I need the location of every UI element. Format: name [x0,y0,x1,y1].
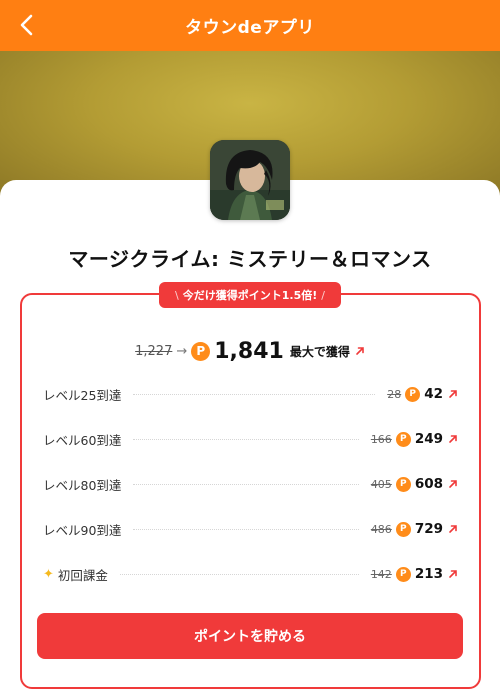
task-reward: 142 P 213 [371,566,458,582]
promo-slash-right: / [321,288,325,302]
task-old-points: 142 [370,567,392,581]
arrow-right-icon: → [176,343,188,359]
dotted-leader [133,483,359,485]
task-label: レベル60到達 [43,432,122,448]
task-label: レベル90到達 [43,522,122,538]
top-app-bar: タウンdeアプリ [0,0,500,51]
task-row[interactable]: ✦ 初回課金 142 P 213 [43,564,458,584]
task-row[interactable]: レベル25到達 28 P 42 [43,384,458,404]
task-row[interactable]: レベル60到達 166 P 249 [43,429,458,449]
task-new-points: 213 [414,566,443,582]
point-coin-icon: P [191,341,211,361]
external-arrow-icon [449,480,457,488]
external-arrow-icon [449,390,457,398]
save-points-button[interactable]: ポイントを貯める [37,613,463,659]
task-reward: 28 P 42 [387,386,458,402]
back-button[interactable] [10,8,44,42]
promo-badge-text: 今だけ獲得ポイント1.5倍! [182,289,318,302]
chevron-left-icon [20,14,33,36]
external-arrow-icon [449,525,457,533]
promo-badge: \ 今だけ獲得ポイント1.5倍! / [159,282,341,308]
dotted-leader [133,393,376,395]
point-coin-icon: P [395,521,411,537]
task-reward: 486 P 729 [371,521,458,537]
task-row[interactable]: レベル90到達 486 P 729 [43,519,458,539]
task-reward: 166 P 249 [371,431,458,447]
dotted-leader [133,528,359,530]
point-coin-icon: P [395,431,411,447]
app-icon [210,140,290,220]
point-coin-icon: P [405,386,421,402]
external-arrow-icon [449,570,457,578]
dotted-leader [133,438,359,440]
total-max-label: 最大で獲得 [289,344,350,359]
task-old-points: 405 [370,477,392,491]
task-label: レベル80到達 [43,477,122,493]
total-old-points: 1,227 [135,343,173,359]
task-reward: 405 P 608 [371,476,458,492]
external-arrow-icon [449,435,457,443]
task-new-points: 249 [414,431,443,447]
total-new-points: 1,841 [214,338,284,364]
task-label: レベル25到達 [43,387,122,403]
task-new-points: 729 [414,521,443,537]
task-new-points: 42 [424,386,443,402]
total-points-row: 1,227 → P 1,841 最大で獲得 [0,336,500,366]
task-label-first-purchase: ✦ 初回課金 [43,565,108,584]
external-arrow-icon [356,347,364,355]
point-coin-icon: P [395,476,411,492]
task-old-points: 28 [387,387,402,401]
task-row[interactable]: レベル80到達 405 P 608 [43,474,458,494]
task-old-points: 166 [370,432,392,446]
sparkle-icon: ✦ [43,566,54,582]
promo-slash-left: \ [175,288,179,302]
task-label-text: 初回課金 [57,567,108,583]
app-title: マージクライム: ミステリー＆ロマンス [68,247,432,271]
task-new-points: 608 [414,476,443,492]
task-old-points: 486 [370,522,392,536]
page-title: タウンdeアプリ [185,18,315,38]
dotted-leader [119,573,359,575]
point-coin-icon: P [395,566,411,582]
